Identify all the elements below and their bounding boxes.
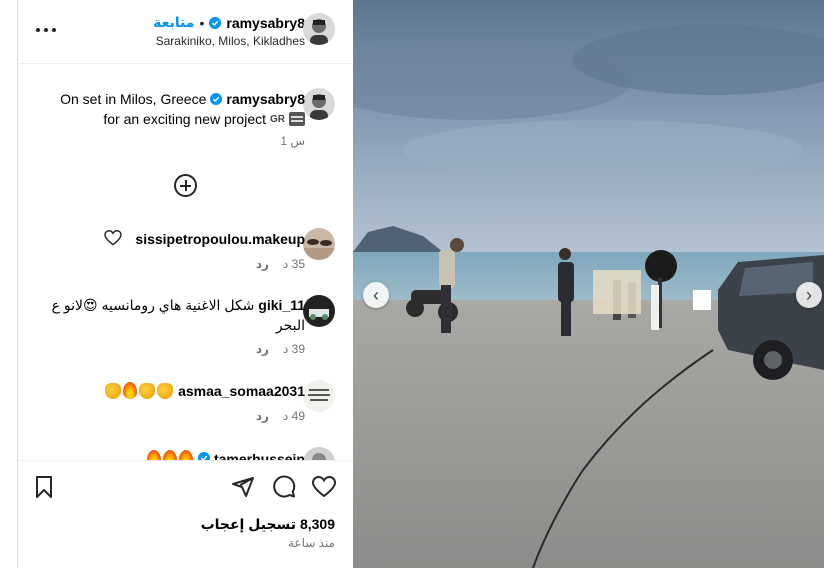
heart-icon[interactable] xyxy=(104,230,122,246)
caption-text-1: On set in Milos, Greece xyxy=(60,91,207,107)
header-avatar[interactable] xyxy=(303,13,335,45)
more-options-icon[interactable] xyxy=(36,26,56,34)
beach-scene-image xyxy=(353,0,824,568)
comment-username[interactable]: giki_11 xyxy=(258,297,305,313)
post-photo[interactable]: ‹ › xyxy=(353,0,824,568)
comment-meta: 49 د رد xyxy=(256,409,305,423)
bookmark-icon[interactable] xyxy=(32,475,56,499)
reply-button[interactable]: رد xyxy=(256,342,269,356)
share-icon[interactable] xyxy=(231,475,255,499)
post-action-bar: 8,309 تسجيل إعجاب منذ ساعة xyxy=(18,460,353,568)
comment-body: asmaa_somaa2031 xyxy=(104,381,305,401)
comment-meta: 39 د رد xyxy=(256,342,305,356)
comment-meta: 35 د رد xyxy=(256,257,305,271)
comment-body: giki_11 شكل الاغنية هاي رومانسيه 😍لانو ع… xyxy=(50,295,305,335)
greece-flag-icon xyxy=(289,112,305,126)
comment-username[interactable]: asmaa_somaa2031 xyxy=(178,383,305,399)
chevron-right-icon[interactable]: › xyxy=(796,282,822,308)
page-left-margin xyxy=(0,0,18,568)
caption-text-2: for an exciting new project xyxy=(103,111,266,127)
likes-count[interactable]: 8,309 تسجيل إعجاب xyxy=(201,516,335,533)
like-icon[interactable] xyxy=(312,475,336,499)
likes-label: تسجيل إعجاب xyxy=(200,516,297,532)
verified-icon xyxy=(209,16,222,29)
comment-avatar[interactable] xyxy=(303,380,335,412)
add-comment-icon[interactable] xyxy=(174,174,197,197)
comment-body: sissipetropoulou.makeup xyxy=(135,229,305,249)
verified-icon xyxy=(210,93,223,105)
caption-timestamp: 1 س xyxy=(280,134,305,148)
comment-username[interactable]: sissipetropoulou.makeup xyxy=(135,231,305,247)
separator-dot: • xyxy=(199,14,205,31)
flag-label: GR xyxy=(270,113,285,125)
clap-emoji-icon xyxy=(139,383,156,399)
follow-button[interactable]: متابعة xyxy=(153,14,194,31)
location-link[interactable]: Sarakiniko, Milos, Kikladhes xyxy=(156,34,305,48)
comment-avatar[interactable] xyxy=(303,228,335,260)
header-title-row: متابعة • ramysabry8 xyxy=(153,14,305,31)
comment-avatar[interactable] xyxy=(303,295,335,327)
post-timestamp: منذ ساعة xyxy=(288,536,335,550)
comment-time: 35 د xyxy=(282,257,305,271)
fire-emoji-icon xyxy=(123,382,138,399)
header-username[interactable]: ramysabry8 xyxy=(226,15,305,31)
caption-first-line: On set in Milos, Greece ramysabry8 xyxy=(60,91,305,107)
likes-number: 8,309 xyxy=(299,516,335,532)
caption-avatar[interactable] xyxy=(303,88,335,120)
comment-icon[interactable] xyxy=(272,475,296,499)
reply-button[interactable]: رد xyxy=(256,257,269,271)
clap-emoji-icon xyxy=(157,383,174,399)
caption-username[interactable]: ramysabry8 xyxy=(226,91,305,107)
caption-second-line: for an exciting new project GR xyxy=(103,111,305,127)
clap-emoji-icon xyxy=(105,383,122,399)
comment-time: 49 د xyxy=(282,409,305,423)
chevron-left-icon[interactable]: ‹ xyxy=(363,282,389,308)
reply-button[interactable]: رد xyxy=(256,409,269,423)
comment-time: 39 د xyxy=(282,342,305,356)
post-side-panel: متابعة • ramysabry8 Sarakiniko, Milos, K… xyxy=(18,0,353,568)
post-header: متابعة • ramysabry8 Sarakiniko, Milos, K… xyxy=(18,0,353,64)
